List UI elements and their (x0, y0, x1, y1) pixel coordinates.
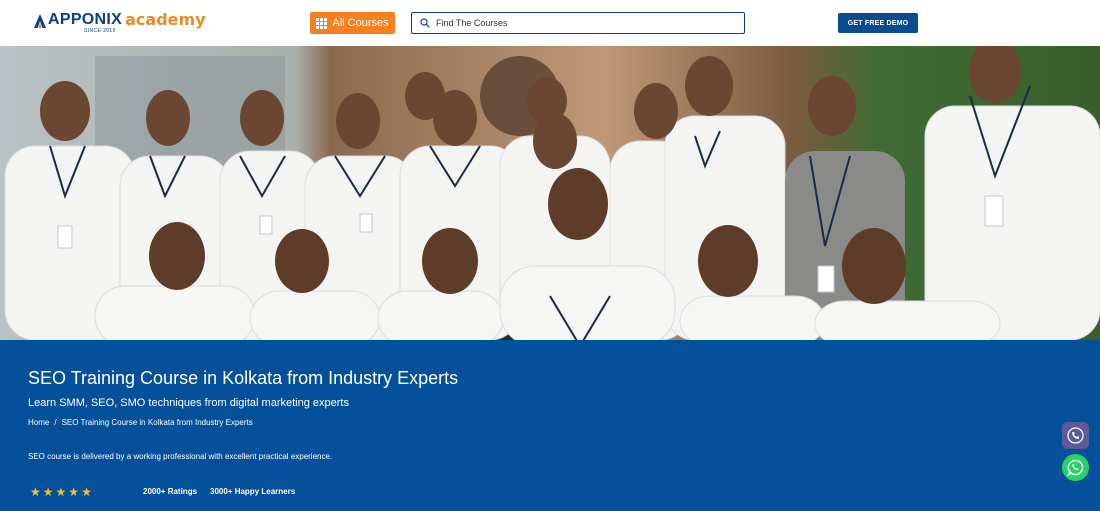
logo-academy: academy (125, 10, 206, 29)
page-subtitle: Learn SMM, SEO, SMO techniques from digi… (28, 397, 349, 409)
whatsapp-button[interactable] (1062, 454, 1089, 481)
whatsapp-icon (1067, 459, 1084, 476)
phone-icon (1067, 427, 1084, 444)
breadcrumb-home-link[interactable]: Home (28, 418, 49, 427)
site-header: APPONIX SINCE 2015 academy All Courses G… (0, 0, 1100, 46)
ratings-count: 2000+ Ratings (143, 487, 198, 496)
course-description: SEO course is delivered by a working pro… (28, 452, 333, 461)
breadcrumb-separator: / (54, 418, 57, 427)
rating-stars: ★ ★ ★ ★ ★ (30, 486, 92, 498)
apponix-logo[interactable]: APPONIX SINCE 2015 academy (34, 12, 206, 34)
search-icon (420, 18, 430, 28)
course-banner: SEO Training Course in Kolkata from Indu… (0, 340, 1100, 511)
grid-icon (316, 17, 328, 29)
team-photo-illustration (0, 46, 1100, 340)
star-icon: ★ (68, 485, 80, 499)
call-button[interactable] (1062, 422, 1089, 449)
page-title: SEO Training Course in Kolkata from Indu… (28, 368, 459, 388)
all-courses-label: All Courses (332, 17, 389, 29)
star-icon: ★ (81, 485, 92, 499)
logo-mark-icon (34, 14, 46, 28)
learners-count: 3000+ Happy Learners (210, 487, 296, 496)
star-icon: ★ (30, 485, 41, 499)
logo-since: SINCE 2015 (84, 28, 116, 34)
star-icon: ★ (42, 485, 54, 499)
breadcrumb: Home / SEO Training Course in Kolkata fr… (28, 418, 253, 427)
hero-team-photo (0, 46, 1100, 340)
course-search-box[interactable] (411, 12, 745, 34)
all-courses-button[interactable]: All Courses (310, 12, 395, 34)
get-free-demo-button[interactable]: GET FREE DEMO (838, 13, 918, 33)
search-input[interactable] (436, 18, 736, 28)
logo-brand: APPONIX (48, 11, 123, 28)
star-icon: ★ (55, 485, 67, 499)
breadcrumb-current: SEO Training Course in Kolkata from Indu… (61, 418, 253, 427)
